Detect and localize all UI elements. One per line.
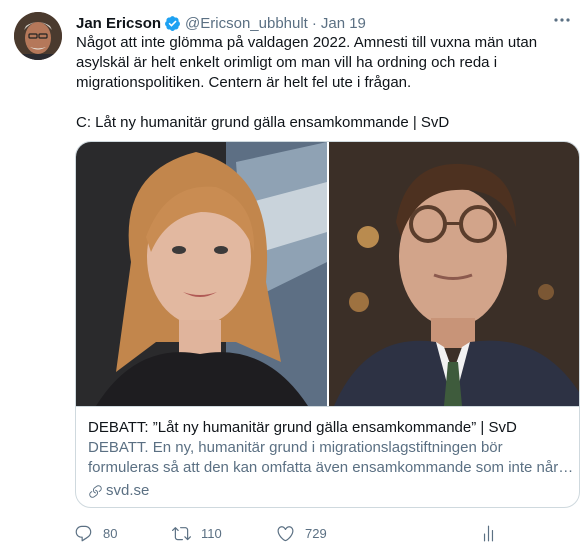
tweet-text-line: C: Låt ny humanitär grund gälla ensamkom… bbox=[76, 114, 450, 131]
tweet-text: Något att inte glömma på valdagen 2022. … bbox=[76, 33, 566, 133]
separator-dot: · bbox=[311, 14, 317, 32]
link-card[interactable]: DEBATT: ”Låt ny humanitär grund gälla en… bbox=[75, 141, 580, 508]
like-button[interactable]: 729 bbox=[276, 519, 327, 547]
analytics-icon bbox=[483, 525, 494, 541]
card-image[interactable] bbox=[76, 142, 579, 406]
action-bar: 80 110 729 bbox=[74, 519, 574, 547]
retweet-count: 110 bbox=[201, 525, 222, 541]
tweet-header: Jan Ericson @Ericson_ubbhult · Jan 19 bbox=[76, 13, 366, 33]
tweet-text-line: Något att inte glömma på valdagen 2022. … bbox=[76, 34, 538, 51]
retweet-button[interactable]: 110 bbox=[172, 519, 222, 547]
reply-icon bbox=[75, 525, 92, 541]
avatar[interactable] bbox=[14, 12, 62, 60]
tweet-text-line: migrationspolitiken. Centern är helt fel… bbox=[76, 74, 412, 91]
author-name[interactable]: Jan Ericson bbox=[76, 15, 161, 32]
link-icon bbox=[89, 484, 102, 498]
like-icon bbox=[277, 525, 294, 541]
more-icon[interactable] bbox=[550, 10, 574, 30]
card-description-line: formuleras så att den kan omfatta även e… bbox=[88, 459, 574, 476]
card-domain[interactable]: svd.se bbox=[88, 481, 149, 501]
card-description: DEBATT. En ny, humanitär grund i migrati… bbox=[88, 438, 574, 478]
tweet-text-line: asylskäl är helt enkelt orimligt om man … bbox=[76, 54, 498, 71]
reply-button[interactable]: 80 bbox=[74, 519, 117, 547]
verified-badge-icon bbox=[165, 15, 180, 31]
tweet[interactable]: Jan Ericson @Ericson_ubbhult · Jan 19 Nå… bbox=[0, 0, 588, 554]
reply-count: 80 bbox=[103, 525, 118, 541]
tweet-date[interactable]: Jan 19 bbox=[321, 15, 366, 32]
analytics-button[interactable] bbox=[479, 519, 498, 547]
card-description-line: DEBATT. En ny, humanitär grund i migrati… bbox=[88, 439, 503, 456]
card-body[interactable]: DEBATT: ”Låt ny humanitär grund gälla en… bbox=[76, 406, 579, 507]
retweet-icon bbox=[172, 526, 191, 540]
card-title[interactable]: DEBATT: ”Låt ny humanitär grund gälla en… bbox=[88, 418, 517, 438]
card-domain-text[interactable]: svd.se bbox=[106, 481, 149, 501]
author-handle[interactable]: @Ericson_ubbhult bbox=[185, 15, 308, 32]
like-count: 729 bbox=[305, 525, 327, 541]
